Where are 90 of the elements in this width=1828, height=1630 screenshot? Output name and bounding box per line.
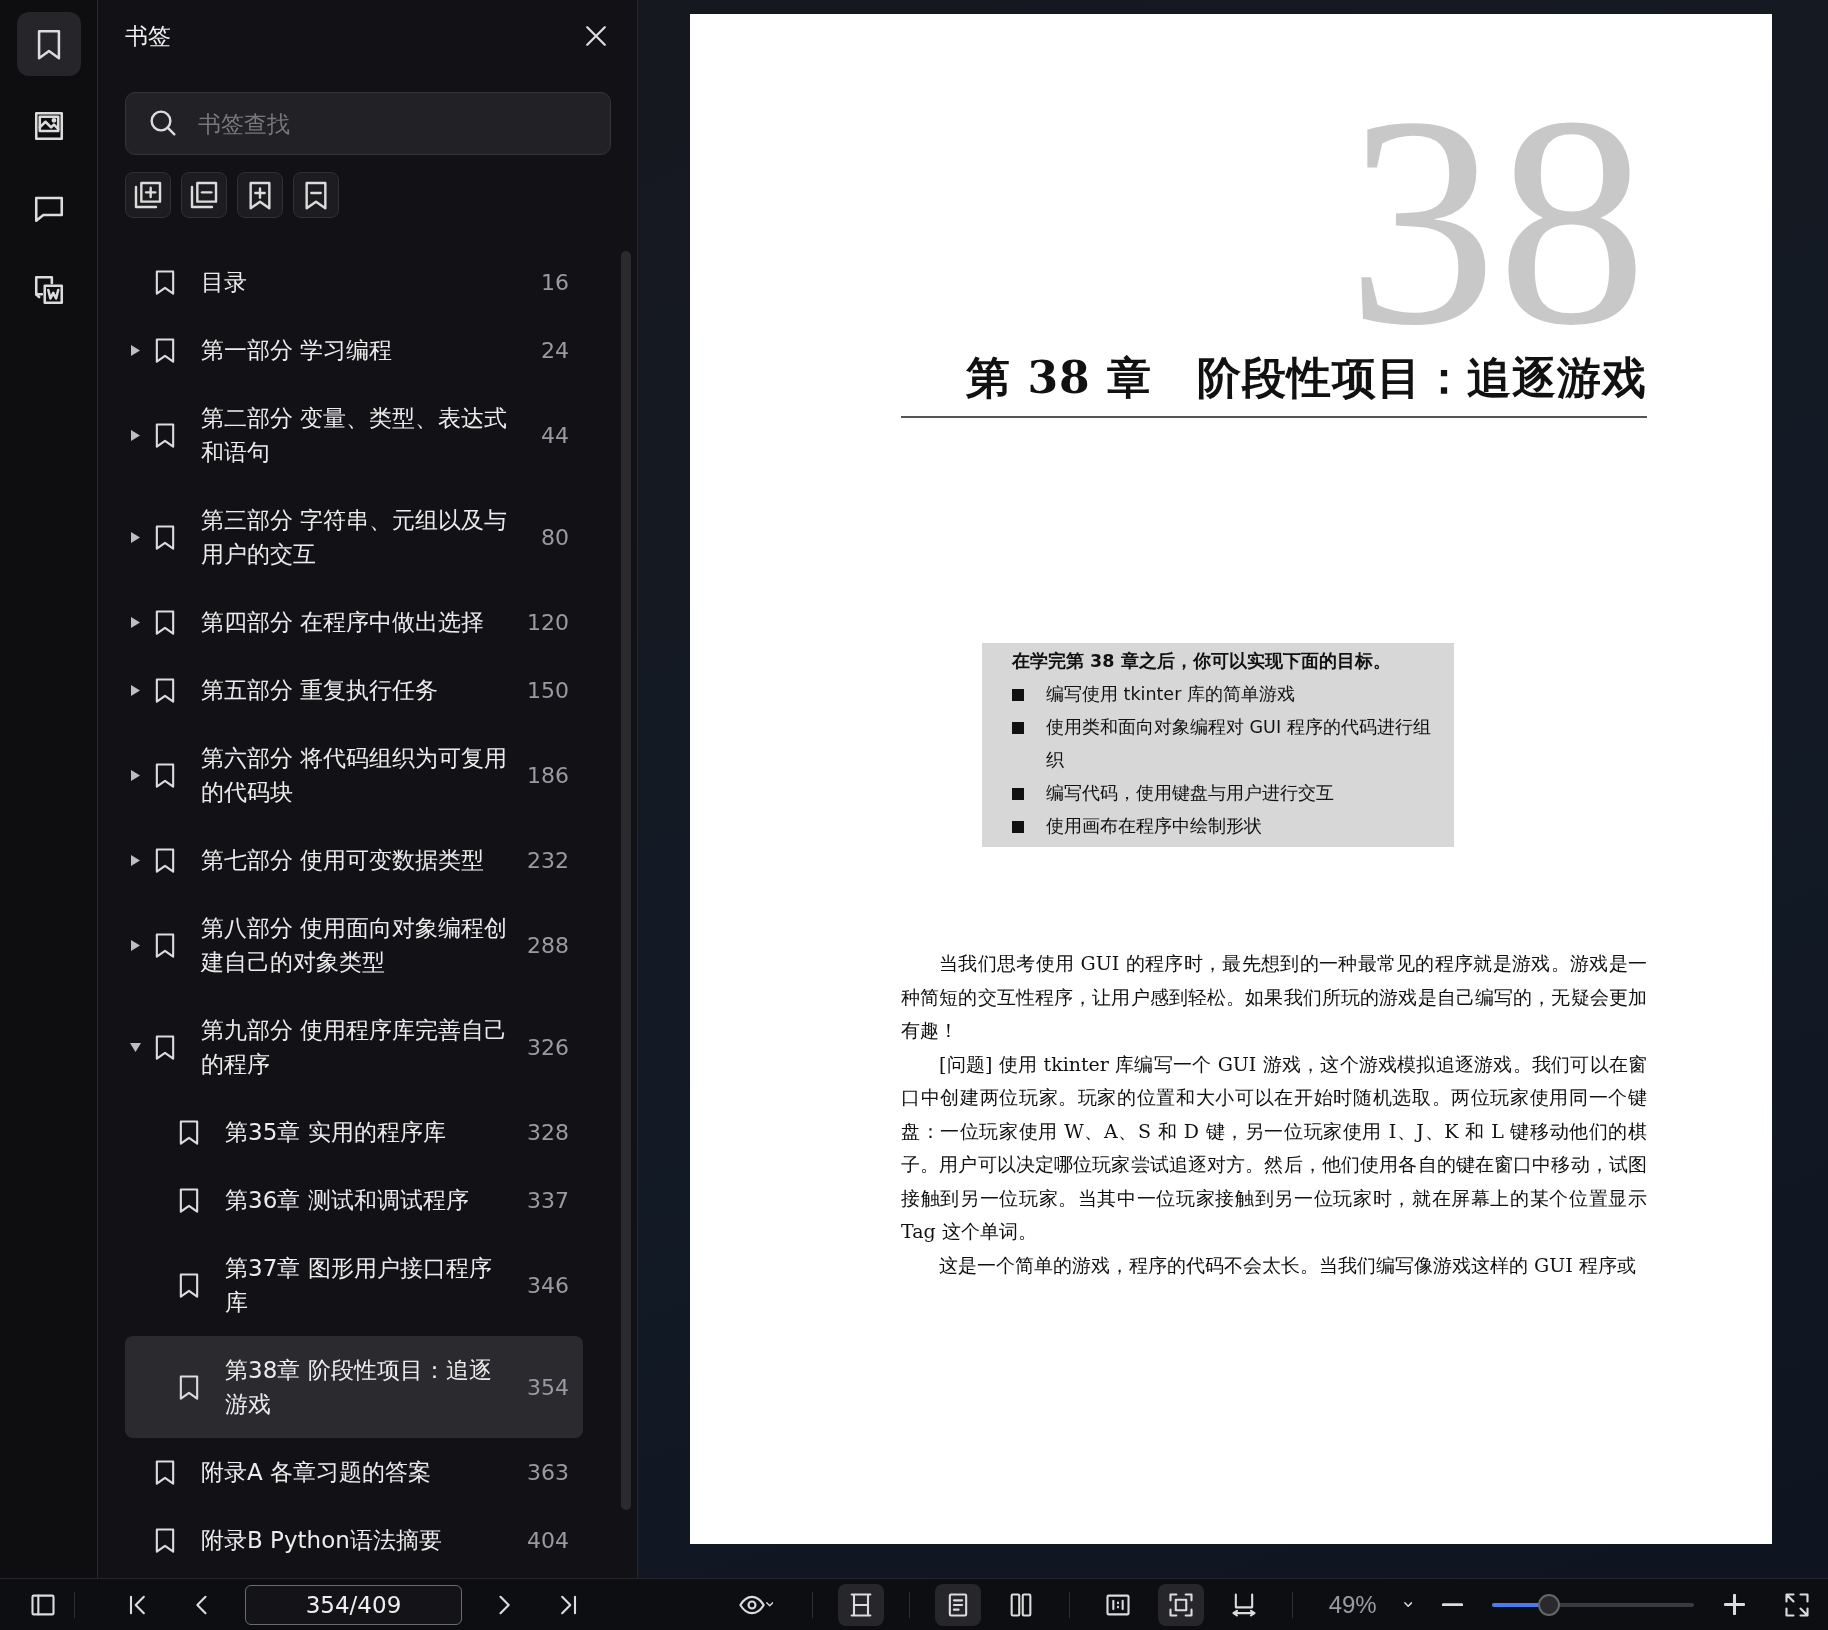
- view-button[interactable]: [837, 1583, 884, 1626]
- bookmark-title: 第五部分 重复执行任务: [201, 676, 440, 705]
- bookmark-title: 第38章 阶段性项目：追逐游戏: [225, 1356, 493, 1419]
- page-number: 232: [526, 847, 569, 873]
- bookmark-item[interactable]: 第37章 图形用户接口程序库 346: [125, 1234, 583, 1336]
- bookmark-title: 第七部分 使用可变数据类型: [201, 846, 486, 875]
- bookmark-item[interactable]: 第36章 测试和调试程序 337: [125, 1166, 583, 1234]
- bookmark-title: 目录: [201, 268, 248, 297]
- page-number: 404: [526, 1527, 569, 1553]
- tree-toggle-button[interactable]: [125, 172, 171, 218]
- caret-right-icon[interactable]: [130, 531, 140, 543]
- caret-down-icon[interactable]: [129, 1042, 141, 1052]
- caret-right-icon[interactable]: [130, 344, 140, 356]
- bookmark-item[interactable]: 附录A 各章习题的答案 363: [125, 1438, 583, 1506]
- page-number: 326: [526, 1034, 569, 1060]
- bookmark-item[interactable]: 目录 16: [125, 248, 583, 316]
- search-field[interactable]: 书签查找: [125, 92, 611, 155]
- page-number: 337: [526, 1187, 569, 1213]
- bookmark-title: 第37章 图形用户接口程序库: [225, 1254, 493, 1317]
- caret-right-icon[interactable]: [130, 854, 140, 866]
- goal-item: 编写代码，使用键盘与用户进行交互: [1046, 782, 1334, 805]
- page-number: 120: [526, 609, 569, 635]
- chapter-title: 第 38 章 阶段性项目：追逐游戏: [901, 348, 1647, 418]
- bookmark-item[interactable]: 第三部分 字符串、元组以及与用户的交互 80: [125, 486, 583, 588]
- bookmark-title: 第35章 实用的程序库: [225, 1118, 447, 1147]
- bookmark-item[interactable]: 第一部分 学习编程 24: [125, 316, 583, 384]
- view-button[interactable]: [934, 1583, 981, 1626]
- page-number: 363: [526, 1459, 569, 1485]
- zoom-slider-thumb[interactable]: [1537, 1593, 1560, 1616]
- plus-icon: [1723, 1594, 1745, 1615]
- page-number: 354: [526, 1374, 569, 1400]
- bookmark-title: 第八部分 使用面向对象编程创建自己的对象类型: [201, 914, 509, 977]
- caret-right-icon[interactable]: [130, 616, 140, 628]
- bookmark-edit-button[interactable]: [237, 172, 283, 218]
- page-number: 328: [526, 1119, 569, 1145]
- bookmark-item[interactable]: 附录B Python语法摘要 404: [125, 1506, 583, 1574]
- caret-down-icon: [765, 1602, 774, 1607]
- page-number: 150: [526, 677, 569, 703]
- bookmark-title: 第36章 测试和调试程序: [225, 1186, 470, 1215]
- goal-item: 使用画布在程序中绘制形状: [1046, 815, 1262, 838]
- stacked-square-plus-icon: [132, 179, 164, 211]
- page-number: 186: [526, 762, 569, 788]
- view-button[interactable]: [1157, 1583, 1204, 1626]
- bullet-icon: [1012, 821, 1024, 833]
- caret-right-icon[interactable]: [130, 429, 140, 441]
- page-number-field[interactable]: 354/409: [245, 1584, 462, 1625]
- bookmark-title: 第一部分 学习编程: [201, 336, 394, 365]
- caret-right-icon[interactable]: [130, 939, 140, 951]
- sidebar-tab[interactable]: [16, 12, 81, 76]
- body-paragraph: [问题] 使用 tkinter 库编写一个 GUI 游戏，这个游戏模拟追逐游戏。我们可以在窗口中创建两位玩家。玩家的位置和大小可以在开始时随机选取。两位玩家使用同一个键盘：一位玩家使用 W、A、S 和 D 键，另一位玩家使用 I、J、K 和 L 键移动他们的棋子。用户可以决定哪位玩家尝试追逐对方。然后，他们使用各自的键在窗口中移动，试图接触到另一位玩家。当其中一位玩家接触到另一位玩家时，就在屏幕上的某个位置显示 Tag 这个单词。: [901, 1051, 1647, 1244]
- bookmark-title: 第三部分 字符串、元组以及与用户的交互: [201, 506, 509, 569]
- page-number: 346: [526, 1272, 569, 1298]
- body-paragraph: 当我们思考使用 GUI 的程序时，最先想到的一种最常见的程序就是游戏。游戏是一种简短的交互性程序，让用户感到轻松。如果我们所玩的游戏是自己编写的，无疑会更加有趣！: [901, 951, 1647, 1043]
- caret-down-icon: [1403, 1602, 1412, 1607]
- zoom-dropdown[interactable]: 49%: [1317, 1583, 1412, 1626]
- bookmark-item[interactable]: 第35章 实用的程序库 328: [125, 1098, 583, 1166]
- caret-right-icon[interactable]: [130, 769, 140, 781]
- caret-right-icon[interactable]: [130, 684, 140, 696]
- goals-heading: 在学完第 38 章之后，你可以实现下面的目标。: [1012, 650, 1392, 673]
- goal-item: 编写使用 tkinter 库的简单游戏: [1046, 683, 1295, 706]
- page-number: 24: [540, 337, 569, 363]
- bookmark-title: 第九部分 使用程序库完善自己的程序: [201, 1016, 509, 1079]
- bullet-icon: [1012, 788, 1024, 800]
- fit-page-icon: [1166, 1590, 1195, 1619]
- bookmark-title: 附录A 各章习题的答案: [201, 1458, 433, 1487]
- bookmark-item[interactable]: 第七部分 使用可变数据类型 232: [125, 826, 583, 894]
- panel-title: 书签: [125, 21, 171, 51]
- bookmark-item[interactable]: 第38章 阶段性项目：追逐游戏 354: [125, 1336, 583, 1438]
- bookmark-edit-button[interactable]: [293, 172, 339, 218]
- body-paragraph: 这是一个简单的游戏，程序的代码不会太长。当我们编写像游戏这样的 GUI 程序或: [938, 1252, 1637, 1278]
- stacked-square-minus-icon: [188, 179, 220, 211]
- search-icon: [147, 107, 179, 139]
- tree-toggle-button[interactable]: [181, 172, 227, 218]
- page-number: 288: [526, 932, 569, 958]
- page-number: 16: [540, 269, 569, 295]
- page-number: 44: [540, 422, 569, 448]
- bullet-icon: [1012, 689, 1024, 701]
- bookmark-item[interactable]: 第五部分 重复执行任务 150: [125, 656, 583, 724]
- bookmark-item[interactable]: 第四部分 在程序中做出选择 120: [125, 588, 583, 656]
- bookmark-title: 第四部分 在程序中做出选择: [201, 608, 486, 637]
- bookmark-title: 附录B Python语法摘要: [201, 1526, 443, 1555]
- page-number: 80: [540, 524, 569, 550]
- bookmark-title: 第二部分 变量、类型、表达式和语句: [201, 404, 509, 467]
- fullscreen-icon: [1783, 1590, 1811, 1619]
- minus-icon: [1441, 1602, 1463, 1607]
- bookmark-item[interactable]: 第二部分 变量、类型、表达式和语句 44: [125, 384, 583, 486]
- bookmark-title: 第六部分 将代码组织为可复用的代码块: [201, 744, 509, 807]
- goal-item: 使用类和面向对象编程对 GUI 程序的代码进行组织: [1046, 716, 1432, 772]
- scrollbar[interactable]: [621, 251, 631, 1510]
- bullet-icon: [1012, 722, 1024, 734]
